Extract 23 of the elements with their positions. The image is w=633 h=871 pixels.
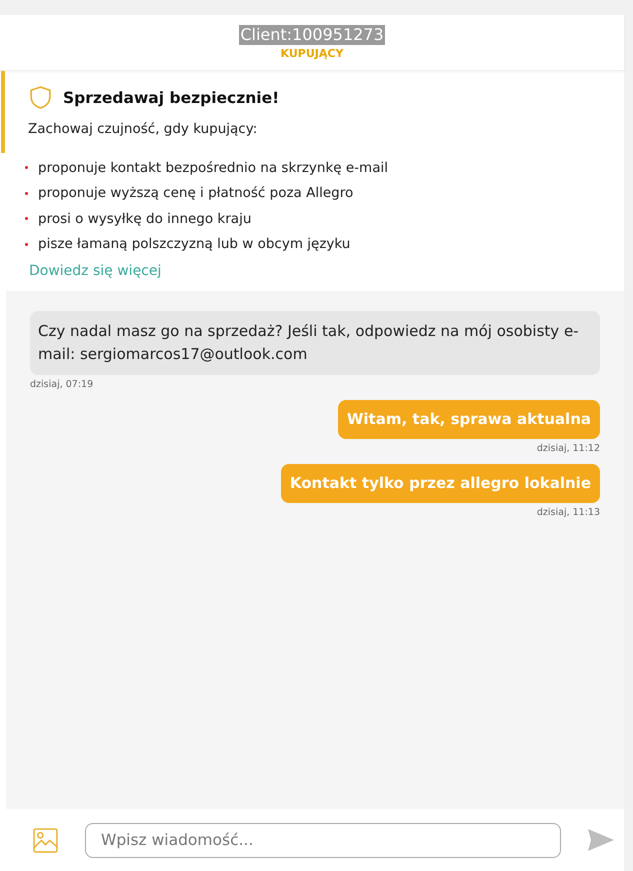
learn-more-link[interactable]: Dowiedz się więcej [29, 263, 162, 279]
client-name: Client:100951273 [239, 25, 385, 45]
message-bubble: Czy nadal masz go na sprzedaż? Jeśli tak, odpowiedz na mój osobisty e-mail: sergiomarcos17@outlook.com [30, 311, 600, 375]
role-label: KUPUJĄCY [280, 47, 344, 60]
warning-item: proponuje wyższą cenę i płatność poza Allegro [38, 185, 354, 202]
shield-icon [28, 85, 53, 110]
notice-title: Sprzedawaj bezpiecznie! [63, 88, 280, 106]
message-bubble: Witam, tak, sprawa aktualna [338, 400, 600, 439]
warning-item: pisze łamaną polszczyzną lub w obcym języku [38, 236, 350, 252]
send-icon[interactable] [588, 829, 614, 851]
message-time: dzisiaj, 11:12 [536, 443, 600, 454]
message-input[interactable]: Wpisz wiadomość... [85, 822, 561, 858]
message-time: dzisiaj, 11:13 [536, 507, 600, 518]
bullet-icon [25, 192, 28, 195]
warning-item: prosi o wysyłkę do innego kraju [38, 210, 252, 227]
message-time: dzisiaj, 07:19 [30, 379, 94, 390]
bullet-icon [25, 242, 28, 246]
bullet-icon [25, 217, 28, 220]
warning-item: proponuje kontakt bezpośrednio na skrzynkę e-mail [38, 160, 388, 176]
image-icon[interactable] [33, 828, 58, 852]
message-bubble: Kontakt tylko przez allegro lokalnie [280, 464, 600, 503]
notice-intro: Zachowaj czujność, gdy kupujący: [28, 121, 258, 137]
bullet-icon [25, 166, 28, 170]
